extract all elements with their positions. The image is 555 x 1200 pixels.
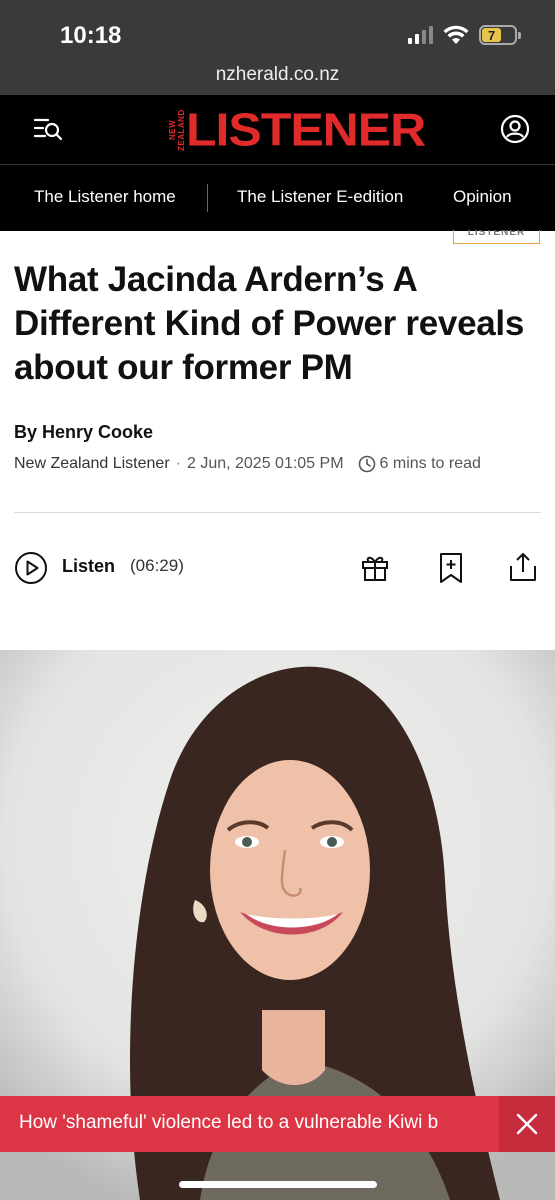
menu-search-icon[interactable] [33, 117, 64, 146]
status-icons: 7 [408, 25, 521, 45]
home-indicator[interactable] [179, 1181, 377, 1188]
gift-icon[interactable] [360, 552, 390, 587]
nav-divider [207, 184, 208, 212]
listen-button[interactable]: Listen [62, 556, 115, 577]
banner-headline[interactable]: How 'shameful' violence led to a vulnera… [19, 1112, 499, 1134]
publication-name[interactable]: New Zealand Listener [14, 455, 170, 473]
listen-duration: (06:29) [130, 556, 184, 575]
cellular-signal-icon [408, 26, 433, 44]
section-tag[interactable]: LISTENER [453, 230, 540, 244]
logo-small-text: NEW ZEALAND [168, 109, 186, 151]
publish-date: 2 Jun, 2025 01:05 PM [186, 455, 344, 472]
divider [14, 512, 541, 513]
article-meta: New Zealand Listener · 2 Jun, 2025 01:05… [14, 455, 481, 473]
article-byline[interactable]: By Henry Cooke [14, 422, 153, 443]
battery-level: 7 [482, 28, 502, 43]
clock-icon [358, 455, 376, 473]
play-icon[interactable] [14, 551, 48, 590]
nav-listener-e-edition[interactable]: The Listener E-edition [237, 187, 403, 207]
nav-opinion[interactable]: Opinion [453, 187, 512, 207]
logo-main-text: LISTENER [186, 104, 426, 156]
breaking-news-banner[interactable]: How 'shameful' violence led to a vulnera… [0, 1096, 555, 1152]
site-header: NEW ZEALAND LISTENER [0, 95, 555, 165]
section-nav: The Listener home The Listener E-edition… [0, 165, 555, 231]
account-icon[interactable] [500, 114, 530, 149]
status-bar: 10:18 7 nzherald.co.nz [0, 0, 555, 95]
battery-icon: 7 [479, 25, 521, 45]
listen-toolbar: Listen (06:29) [14, 549, 541, 587]
share-icon[interactable] [508, 551, 538, 588]
wifi-icon [443, 25, 469, 45]
read-time: 6 mins to read [379, 455, 481, 472]
bookmark-add-icon[interactable] [438, 552, 464, 589]
listener-logo[interactable]: NEW ZEALAND LISTENER [168, 103, 426, 157]
article-headline: What Jacinda Ardern’s A Different Kind o… [14, 260, 524, 387]
status-time: 10:18 [60, 22, 122, 49]
nav-listener-home[interactable]: The Listener home [34, 187, 176, 207]
url-bar[interactable]: nzherald.co.nz [0, 64, 555, 86]
meta-separator: · [175, 455, 181, 472]
close-icon[interactable] [499, 1096, 555, 1152]
